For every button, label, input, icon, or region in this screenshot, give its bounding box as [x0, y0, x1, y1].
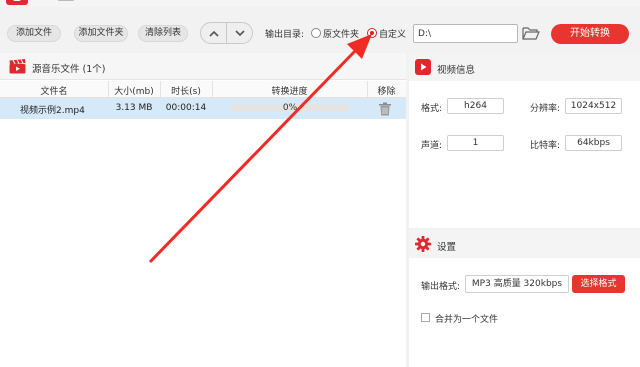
- clapperboard-icon: [9, 59, 26, 74]
- table-header: 文件名 大小(mb) 时长(s) 转换进度 移除: [0, 81, 406, 98]
- start-convert-button[interactable]: 开始转换: [551, 24, 629, 44]
- bitrate-value: 64kbps: [565, 135, 622, 151]
- settings-title: 设置: [437, 242, 457, 253]
- select-format-button[interactable]: 选择格式: [572, 275, 625, 293]
- radio-original-folder[interactable]: [311, 28, 321, 38]
- merge-checkbox[interactable]: [421, 313, 430, 322]
- output-format-label: 输出格式:: [421, 282, 461, 292]
- radio-original-label: 原文件夹: [323, 30, 360, 40]
- channel-value: 1: [447, 135, 504, 151]
- file-list-header: 源音乐文件 (1个): [0, 53, 406, 80]
- app-title-fragment: [58, 0, 74, 1]
- merge-label: 合并为一个文件: [435, 315, 499, 325]
- table-row[interactable]: 视频示例2.mp4 3.13 MB 00:00:14 0%: [0, 98, 406, 119]
- row-duration: 00:00:14: [165, 103, 207, 113]
- chevron-down-icon: [234, 29, 245, 36]
- file-list-panel: 源音乐文件 (1个) 文件名 大小(mb) 时长(s) 转换进度 移除 视频示例…: [0, 53, 406, 367]
- trash-icon[interactable]: [378, 102, 392, 116]
- col-filename: 文件名: [40, 87, 68, 97]
- file-list-title: 源音乐文件 (1个): [32, 64, 106, 75]
- settings-header: 设置: [409, 230, 640, 258]
- video-info-title: 视频信息: [437, 65, 476, 76]
- move-down-button[interactable]: [226, 23, 252, 43]
- resolution-label: 分辨率:: [530, 104, 561, 114]
- col-progress: 转换进度: [271, 87, 308, 97]
- move-up-button[interactable]: [201, 23, 226, 43]
- open-folder-icon[interactable]: [522, 26, 540, 40]
- clear-list-button[interactable]: 清除列表: [138, 25, 188, 42]
- row-size: 3.13 MB: [115, 103, 153, 113]
- resolution-value: 1024x512: [565, 98, 622, 114]
- col-duration: 时长(s): [171, 87, 201, 97]
- format-value: h264: [447, 98, 504, 114]
- toolbar: 添加文件 添加文件夹 清除列表 输出目录: 原文件夹 自定义 开始转换: [0, 8, 640, 50]
- add-folder-button[interactable]: 添加文件夹: [74, 25, 128, 42]
- video-info-header: 视频信息: [409, 53, 640, 81]
- output-path-input[interactable]: [413, 24, 518, 43]
- add-file-button[interactable]: 添加文件: [7, 25, 61, 42]
- col-size: 大小(mb): [114, 87, 154, 97]
- gear-icon: [415, 236, 431, 252]
- chevron-up-icon: [208, 30, 219, 37]
- format-label: 格式:: [421, 104, 443, 114]
- row-progress-bar: 0%: [231, 103, 349, 113]
- title-bar: [0, 0, 640, 7]
- output-format-value: MP3 高质量 320kbps: [465, 275, 569, 293]
- channel-label: 声道:: [421, 141, 443, 151]
- output-dir-label: 输出目录:: [265, 30, 305, 40]
- move-buttons: [200, 22, 253, 44]
- app-logo: [6, 0, 28, 5]
- video-play-icon: [415, 59, 431, 75]
- bitrate-label: 比特率:: [530, 141, 561, 151]
- row-progress-text: 0%: [282, 103, 298, 113]
- row-filename: 视频示例2.mp4: [20, 106, 85, 116]
- radio-custom-folder[interactable]: [367, 28, 377, 38]
- radio-custom-label: 自定义: [379, 30, 407, 40]
- col-remove: 移除: [377, 87, 396, 97]
